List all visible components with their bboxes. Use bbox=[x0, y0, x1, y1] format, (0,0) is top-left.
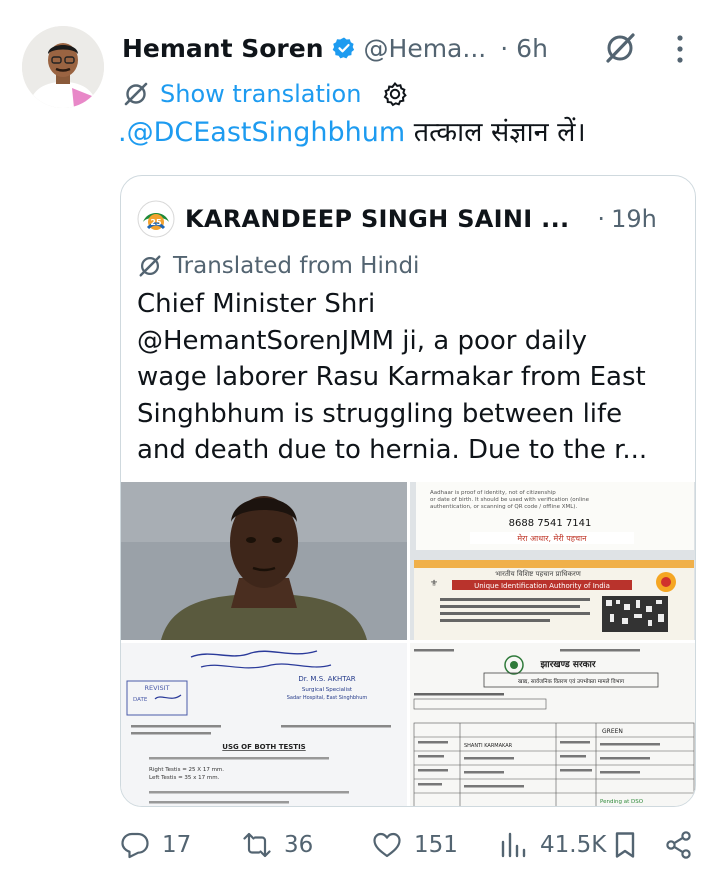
revisit-label-text: REVISIT bbox=[144, 684, 169, 692]
quoted-post[interactable]: 25 KARANDEEP SINGH SAINI ... · 19h Trans… bbox=[120, 175, 696, 807]
like-icon bbox=[373, 832, 401, 858]
aadhaar-tagline-text: मेरा आधार, मेरी पहचान bbox=[517, 533, 587, 543]
gear-icon[interactable] bbox=[381, 80, 409, 108]
quoted-text-line: wage laborer Rasu Karmakar from East bbox=[137, 362, 646, 392]
media-photo-man[interactable] bbox=[121, 482, 407, 640]
right-testis-text: Right Testis = 25 X 17 mm. bbox=[149, 767, 224, 773]
post-text-body: तत्काल संज्ञान लें। bbox=[405, 117, 586, 148]
card-color-text: GREEN bbox=[602, 728, 623, 735]
quoted-text: Chief Minister Shri @HemantSorenJMM ji, … bbox=[137, 286, 687, 469]
share-icon bbox=[666, 831, 691, 859]
bookmark-button[interactable] bbox=[610, 822, 640, 868]
quoted-separator-dot: · bbox=[597, 205, 606, 233]
translated-from-label: Translated from Hindi bbox=[173, 253, 420, 279]
views-icon bbox=[501, 832, 526, 858]
views-button[interactable]: 41.5K bbox=[498, 822, 606, 868]
doctor-hospital-text: Sadar Hospital, East Singhbhum bbox=[287, 695, 368, 701]
repost-button[interactable]: 36 bbox=[242, 822, 313, 868]
more-icon[interactable] bbox=[668, 32, 692, 66]
media-government-document[interactable]: झारखण्ड सरकार खाद्य, सार्वजनिक वितरण एवं… bbox=[410, 643, 695, 806]
aadhaar-number-text: 8688 7541 7141 bbox=[509, 518, 592, 529]
quoted-header: 25 KARANDEEP SINGH SAINI ... · 19h bbox=[137, 198, 657, 240]
media-aadhaar-cards[interactable]: Aadhaar is proof of identity, not of cit… bbox=[410, 482, 695, 640]
card-holder-text: SHANTI KARMAKAR bbox=[464, 743, 513, 749]
quoted-text-line: and death due to hernia. Due to the r... bbox=[137, 435, 648, 465]
reply-icon bbox=[121, 832, 149, 859]
author-avatar[interactable] bbox=[22, 26, 104, 108]
like-button[interactable]: 151 bbox=[372, 822, 458, 868]
usg-heading-text: USG OF BOTH TESTIS bbox=[222, 743, 305, 751]
left-testis-text: Left Testis = 35 x 17 mm. bbox=[149, 775, 220, 781]
translate-icon bbox=[139, 255, 161, 277]
quoted-text-line: Singhbhum is struggling between life bbox=[137, 398, 623, 429]
show-translation-row: Show translation bbox=[122, 76, 409, 112]
svg-text:25: 25 bbox=[150, 218, 162, 227]
share-button[interactable] bbox=[664, 822, 694, 868]
media-grid: Aadhaar is proof of identity, not of cit… bbox=[121, 482, 695, 806]
gov-dept-text: खाद्य, सार्वजनिक वितरण एवं उपभोक्ता मामल… bbox=[518, 678, 625, 685]
quoted-time[interactable]: 19h bbox=[611, 205, 657, 233]
uidai-english-text: Unique Identification Authority of India bbox=[474, 582, 610, 590]
author-name[interactable]: Hemant Soren bbox=[122, 34, 324, 63]
bookmark-icon bbox=[615, 832, 635, 858]
media-prescription[interactable]: Dr. M.S. AKHTAR Surgical Specialist Sada… bbox=[121, 643, 407, 806]
separator-dot: · bbox=[500, 33, 509, 63]
quoted-text-line: Chief Minister Shri bbox=[137, 289, 376, 319]
repost-icon bbox=[243, 832, 271, 858]
gov-hindi-text: झारखण्ड सरकार bbox=[539, 660, 595, 670]
translated-label-row: Translated from Hindi bbox=[137, 248, 419, 284]
mention-link[interactable]: .@DCEastSinghbhum bbox=[118, 117, 405, 148]
post-text: .@DCEastSinghbhum तत्काल संज्ञान लें। bbox=[118, 114, 586, 152]
quoted-text-line: @HemantSorenJMM ji, a poor daily bbox=[137, 325, 587, 356]
verified-badge-icon bbox=[332, 37, 354, 59]
repost-count: 36 bbox=[284, 832, 314, 858]
reply-count: 17 bbox=[162, 832, 192, 858]
translate-icon bbox=[124, 82, 148, 106]
views-count: 41.5K bbox=[540, 832, 607, 858]
status-text: Pending at DSO bbox=[600, 799, 644, 805]
like-count: 151 bbox=[414, 832, 458, 858]
svg-text:⚜: ⚜ bbox=[430, 579, 438, 589]
quoted-author-name[interactable]: KARANDEEP SINGH SAINI ... bbox=[185, 205, 569, 233]
reply-button[interactable]: 17 bbox=[120, 822, 191, 868]
post-header: Hemant Soren @Hema... · 6h bbox=[122, 30, 548, 66]
uidai-hindi-text: भारतीय विशिष्ट पहचान प्राधिकरण bbox=[495, 569, 581, 578]
grok-icon[interactable] bbox=[602, 30, 638, 66]
quoted-author-avatar[interactable]: 25 bbox=[137, 200, 175, 238]
action-bar: 17 36 151 41.5K bbox=[0, 822, 720, 868]
date-label-text: DATE bbox=[133, 697, 148, 703]
post-time[interactable]: 6h bbox=[516, 34, 548, 63]
doctor-title-text: Surgical Specialist bbox=[302, 687, 353, 693]
doctor-name-text: Dr. M.S. AKHTAR bbox=[298, 675, 355, 683]
show-translation-link[interactable]: Show translation bbox=[160, 80, 361, 108]
author-handle[interactable]: @Hema... bbox=[364, 34, 487, 63]
